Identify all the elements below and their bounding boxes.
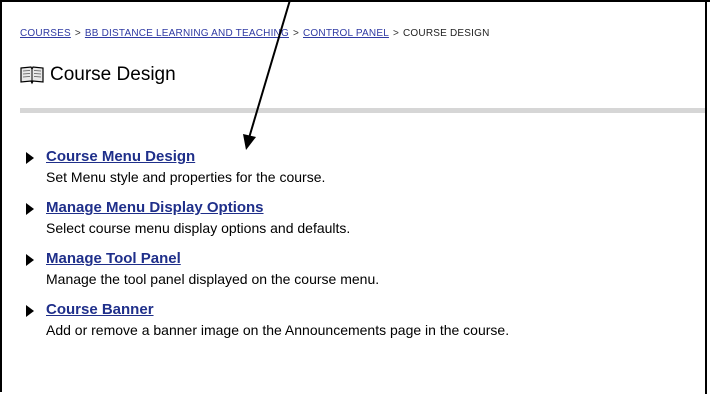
annotation-arrow-line xyxy=(248,0,291,139)
annotation-arrow xyxy=(243,0,291,150)
annotation-arrow-head xyxy=(243,134,256,150)
